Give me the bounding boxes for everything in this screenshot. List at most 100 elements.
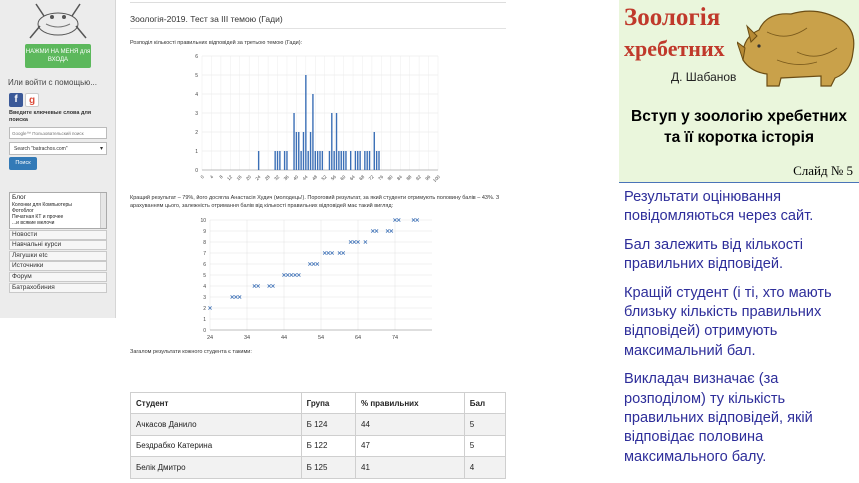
bar [314, 151, 316, 170]
table-row: Ачкасов Данило Б 124 44 5 [130, 413, 507, 436]
y-tick-label: 3 [195, 111, 198, 117]
blog-item[interactable]: ...и всякие мелочи [12, 220, 104, 226]
bar [359, 151, 361, 170]
table-header: Студент [130, 391, 302, 415]
register-button[interactable]: НАЖМИ НА МЕНЯ для ВХОДА [25, 44, 91, 68]
bar [373, 132, 375, 170]
x-tick-label: 48 [311, 174, 318, 181]
sidebar-item-sources[interactable]: Источники [9, 261, 107, 272]
search-button[interactable]: Поиск [9, 157, 37, 170]
google-search-input[interactable] [9, 127, 107, 139]
bar [354, 151, 357, 170]
x-tick-label: 34 [244, 335, 250, 341]
bar [333, 151, 335, 170]
bar [342, 151, 345, 170]
bar [331, 113, 333, 170]
bar [286, 151, 288, 170]
results-caption: Загалом результати кожного студента є та… [130, 349, 252, 355]
y-tick-label: 5 [195, 73, 198, 79]
y-tick-label: 5 [203, 273, 206, 279]
google-icon[interactable]: g [25, 93, 39, 107]
x-tick-label: 92 [415, 174, 422, 181]
social-login: f g [9, 93, 39, 107]
y-tick-label: 2 [195, 130, 198, 136]
chevron-down-icon: ▾ [99, 146, 103, 152]
y-tick-label: 0 [203, 328, 206, 334]
table-header: % правильних [355, 391, 465, 415]
y-tick-label: 9 [203, 229, 206, 235]
table-header-row: Студент Група % правильних Бал [130, 391, 507, 415]
x-tick-label: 16 [236, 174, 243, 181]
scoring-paragraph: Кращий результат – 79%, його досягла Ана… [130, 195, 500, 209]
x-tick-label: 64 [355, 335, 361, 341]
bar [321, 151, 324, 170]
blog-listbox[interactable]: Блог Колонки для Компьютеры Фотоблог Печ… [9, 192, 107, 229]
y-tick-label: 1 [195, 149, 198, 155]
x-tick-label: 32 [273, 174, 280, 181]
sidebar-item-batrachophobia[interactable]: Батрахобиния [9, 282, 107, 293]
x-tick-label: 100 [432, 174, 441, 183]
bar [335, 113, 338, 170]
sidebar-item-forum[interactable]: Форум [9, 271, 107, 282]
intro-line: та її коротка історія [664, 129, 814, 146]
slide-paragraph: Бал залежить від кількості правильних ві… [624, 236, 803, 273]
title-divider [130, 28, 506, 29]
x-tick-label: 68 [358, 174, 365, 181]
y-tick-label: 4 [195, 92, 198, 98]
scoring-scatter-chart: 01234567891024 34 44 54 64 74 [200, 218, 432, 341]
x-tick-label: 74 [392, 335, 398, 341]
y-tick-label: 1 [203, 317, 206, 323]
slide-title: Зоологія [624, 4, 721, 31]
y-tick-label: 0 [195, 168, 198, 174]
x-tick-label: 24 [254, 174, 261, 181]
x-tick-label: 8 [218, 174, 224, 180]
table-cell: Бездрабко Катерина [130, 434, 302, 458]
site-select-value: Search "batrachos.com" [14, 146, 68, 152]
table-cell: 5 [463, 434, 507, 458]
login-with-label: Или войти с помощью... [8, 78, 97, 87]
x-tick-label: 52 [320, 174, 327, 181]
x-tick-label: 54 [318, 335, 324, 341]
y-tick-label: 3 [203, 295, 206, 301]
table-cell: 47 [355, 434, 465, 458]
bar [375, 151, 378, 170]
table-cell: 44 [355, 413, 465, 436]
x-tick-label: 28 [264, 174, 271, 181]
slide-intro: Вступ у зоологію хребетних та її коротка… [619, 106, 859, 148]
x-tick-label: 76 [377, 174, 384, 181]
slide-paragraph: Результати оцінювання повідомляються чер… [624, 189, 814, 225]
x-tick-label: 80 [387, 174, 394, 181]
y-tick-label: 6 [195, 54, 198, 60]
bar [295, 132, 298, 170]
sidebar-item-frogs[interactable]: Лягушки etc [9, 250, 107, 261]
facebook-icon[interactable]: f [9, 93, 23, 107]
x-tick-label: 24 [207, 335, 213, 341]
bar [274, 151, 276, 170]
blog-scrollbar[interactable] [100, 193, 106, 228]
main-content: Зоологія-2019. Тест за ІІІ темою (Гади) … [118, 0, 588, 483]
y-tick-label: 6 [203, 262, 206, 268]
x-tick-label: 60 [339, 174, 346, 181]
y-tick-label: 10 [200, 218, 206, 224]
bar [279, 151, 281, 170]
x-tick-label: 72 [368, 174, 375, 181]
bar [345, 151, 347, 170]
bar [293, 113, 295, 170]
slide-paragraph: Викладач визначає (за розподілом) ту кіл… [624, 371, 813, 465]
histogram-chart: 01234560 4 8 12 16 20 24 28 32 36 40 44 48 52 56 60 64 68… [195, 54, 441, 183]
bar [340, 151, 342, 170]
bar [312, 94, 314, 170]
sidebar-item-courses[interactable]: Навчальні курси [9, 240, 107, 251]
sidebar: НАЖМИ НА МЕНЯ для ВХОДА Или войти с помо… [0, 0, 116, 318]
frog-logo-icon [29, 3, 87, 39]
bar [378, 151, 380, 170]
site-select[interactable]: Search "batrachos.com" ▾ [9, 142, 107, 155]
sidebar-item-news[interactable]: Новости [9, 229, 107, 240]
x-tick-label: 20 [245, 174, 252, 181]
y-tick-label: 7 [203, 251, 206, 257]
bar [307, 151, 309, 170]
rhinoceros-illustration [737, 10, 855, 87]
bar [298, 132, 300, 170]
table-row: Бездрабко Катерина Б 122 47 5 [130, 434, 507, 458]
table-row: Белік Дмитро Б 125 41 4 [130, 456, 507, 479]
